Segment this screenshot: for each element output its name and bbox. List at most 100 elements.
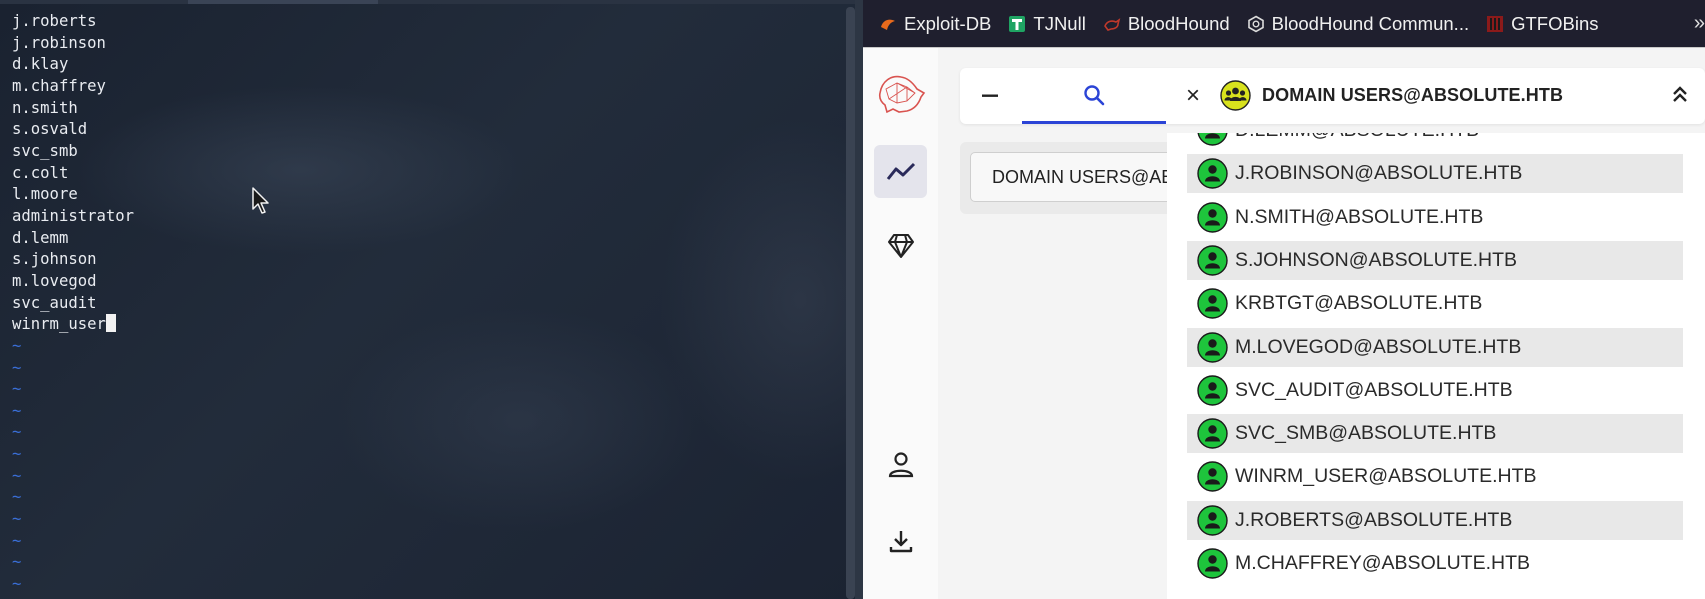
terminal-line: n.smith <box>12 98 78 117</box>
user-icon <box>1197 158 1228 189</box>
bookmark-exploit-db[interactable]: Exploit-DB <box>879 13 991 35</box>
member-name: J.ROBERTS@ABSOLUTE.HTB <box>1235 508 1513 531</box>
member-name: M.LOVEGOD@ABSOLUTE.HTB <box>1235 335 1522 358</box>
selected-group-name: DOMAIN USERS@ABSOLUTE.HTB <box>1262 85 1564 105</box>
member-row[interactable]: D.LEMM@ABSOLUTE.HTB <box>1187 133 1683 150</box>
collapse-panel-button[interactable] <box>972 78 1008 114</box>
user-icon <box>1197 461 1228 493</box>
member-name: N.SMITH@ABSOLUTE.HTB <box>1235 205 1484 228</box>
user-icon <box>1197 133 1228 146</box>
vim-empty-line-marker: ~ <box>12 553 22 572</box>
bookmark-gtfobins[interactable]: GTFOBins <box>1486 13 1598 35</box>
tab-search[interactable] <box>1022 68 1166 124</box>
user-icon <box>1197 201 1228 233</box>
search-icon <box>1084 84 1105 105</box>
vim-empty-line-marker: ~ <box>12 423 22 442</box>
vim-empty-line-marker: ~ <box>12 336 22 355</box>
download-icon <box>889 530 912 552</box>
bookmark-label: TJNull <box>1033 12 1086 34</box>
terminal-tab[interactable] <box>188 0 378 4</box>
collapse-list-button[interactable] <box>1671 85 1689 108</box>
terminal-line: s.johnson <box>12 250 97 269</box>
terminal-line: m.chaffrey <box>12 76 106 95</box>
vim-empty-line-marker: ~ <box>12 466 22 485</box>
double-chevron-up-icon <box>1673 86 1687 102</box>
bloodhound-logo-icon[interactable] <box>877 71 927 115</box>
group-members-list[interactable]: D.LEMM@ABSOLUTE.HTB J.ROBINSON@ABSOLUTE.H… <box>1167 133 1705 599</box>
terminal-line: c.colt <box>12 163 69 182</box>
member-name: KRBTGT@ABSOLUTE.HTB <box>1235 292 1483 315</box>
person-icon <box>888 451 913 477</box>
bloodhound-app: × DOMAIN USERS@ABSOLUTE.HTB DOMAIN USERS… <box>863 48 1705 599</box>
terminal-line: j.roberts <box>12 12 97 30</box>
tjnull-icon <box>1009 15 1026 32</box>
vim-empty-line-marker: ~ <box>12 575 22 594</box>
member-row[interactable]: N.SMITH@ABSOLUTE.HTB <box>1187 198 1683 237</box>
trend-chart-icon <box>886 162 915 180</box>
member-row[interactable]: SVC_SMB@ABSOLUTE.HTB <box>1187 414 1683 454</box>
terminal-line: d.lemm <box>12 228 69 247</box>
nav-explore-button[interactable] <box>874 145 927 198</box>
window-border <box>855 0 863 599</box>
bookmark-bloodhound-community[interactable]: BloodHound Commun... <box>1247 13 1469 35</box>
gtfobins-icon <box>1487 15 1504 32</box>
member-row[interactable]: M.LOVEGOD@ABSOLUTE.HTB <box>1187 327 1683 367</box>
member-row[interactable]: SVC_AUDIT@ABSOLUTE.HTB <box>1187 371 1683 410</box>
browser-window: Exploit-DB TJNull BloodHound BloodHound … <box>863 0 1705 599</box>
user-icon <box>1197 548 1228 579</box>
terminal-line: administrator <box>12 206 135 225</box>
text-cursor <box>105 314 116 333</box>
terminal-line: j.robinson <box>12 33 106 52</box>
user-icon <box>1197 288 1228 319</box>
user-icon <box>1197 245 1228 276</box>
member-name: M.CHAFFREY@ABSOLUTE.HTB <box>1235 552 1530 574</box>
member-name: J.ROBINSON@ABSOLUTE.HTB <box>1235 162 1523 185</box>
member-name: WINRM_USER@ABSOLUTE.HTB <box>1235 465 1537 488</box>
vim-empty-line-marker: ~ <box>12 488 22 507</box>
bookmark-label: BloodHound Commun... <box>1271 12 1470 34</box>
terminal-line: m.lovegod <box>12 271 97 290</box>
bookmark-label: GTFOBins <box>1511 12 1599 34</box>
selected-group-header: DOMAIN USERS@ABSOLUTE.HTB <box>1220 80 1563 111</box>
mouse-pointer-icon <box>252 187 269 214</box>
terminal-line: s.osvald <box>12 120 88 139</box>
vim-empty-line-marker: ~ <box>12 510 22 529</box>
bookmark-bloodhound[interactable]: BloodHound <box>1103 13 1230 35</box>
diamond-icon <box>887 233 914 258</box>
vim-empty-line-marker: ~ <box>12 380 22 399</box>
user-icon <box>1197 504 1228 536</box>
bookmark-label: Exploit-DB <box>904 12 992 34</box>
user-icon <box>1197 418 1228 449</box>
nav-user-button[interactable] <box>874 438 927 491</box>
desktop: j.roberts j.robinson d.klay m.chaffrey n.smi… <box>0 0 1705 599</box>
member-name: D.LEMM@ABSOLUTE.HTB <box>1235 133 1479 142</box>
bookmark-tjnull[interactable]: TJNull <box>1008 12 1086 35</box>
member-row[interactable]: J.ROBERTS@ABSOLUTE.HTB <box>1187 500 1683 540</box>
member-row[interactable]: M.CHAFFREY@ABSOLUTE.HTB <box>1187 544 1683 583</box>
vim-empty-line-marker: ~ <box>12 445 22 464</box>
member-row[interactable]: WINRM_USER@ABSOLUTE.HTB <box>1187 457 1683 496</box>
close-button[interactable]: × <box>1178 80 1208 112</box>
terminal-scrollbar[interactable] <box>846 7 855 599</box>
nav-download-button[interactable] <box>874 514 927 567</box>
member-name: SVC_AUDIT@ABSOLUTE.HTB <box>1235 378 1513 401</box>
member-name: S.JOHNSON@ABSOLUTE.HTB <box>1235 248 1518 271</box>
terminal-line: svc_audit <box>12 293 97 312</box>
terminal-line: d.klay <box>12 55 69 74</box>
terminal-line: svc_smb <box>12 141 78 160</box>
member-row[interactable]: J.ROBINSON@ABSOLUTE.HTB <box>1187 154 1683 194</box>
bookmark-label: BloodHound <box>1127 12 1230 34</box>
member-name: SVC_SMB@ABSOLUTE.HTB <box>1235 422 1497 445</box>
terminal-window[interactable]: j.roberts j.robinson d.klay m.chaffrey n.smi… <box>0 0 863 599</box>
vim-buffer[interactable]: j.roberts j.robinson d.klay m.chaffrey n.smi… <box>12 11 134 596</box>
bookmarks-bar: Exploit-DB TJNull BloodHound BloodHound … <box>863 0 1705 48</box>
terminal-line: l.moore <box>12 185 78 204</box>
minus-icon <box>982 94 998 97</box>
side-navigation <box>863 48 938 599</box>
member-row[interactable]: KRBTGT@ABSOLUTE.HTB <box>1187 284 1683 323</box>
member-row[interactable]: S.JOHNSON@ABSOLUTE.HTB <box>1187 240 1683 280</box>
search-panel: × DOMAIN USERS@ABSOLUTE.HTB <box>960 68 1705 124</box>
vim-empty-line-marker: ~ <box>12 358 22 377</box>
nav-cypher-button[interactable] <box>874 219 927 272</box>
bookmarks-overflow-button[interactable]: » <box>1694 12 1705 35</box>
